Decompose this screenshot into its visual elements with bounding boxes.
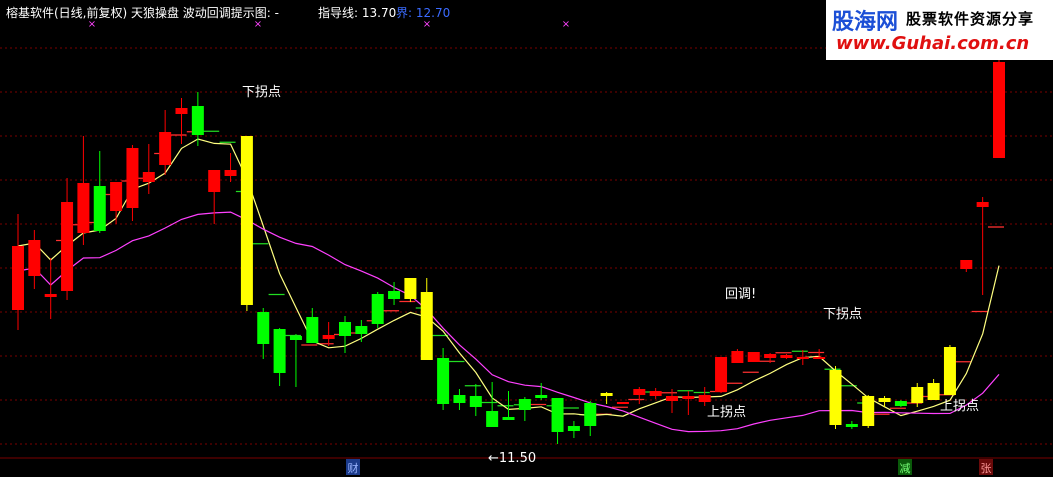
annotation-bottom-turn: 上拐点 xyxy=(940,399,979,414)
candle-body xyxy=(862,396,875,426)
candle-body xyxy=(420,292,433,360)
candle-body xyxy=(289,336,302,340)
candle-body xyxy=(911,387,924,403)
candle-body xyxy=(960,260,973,269)
annotation-top-turn: 下拐点 xyxy=(242,85,281,100)
candle-body xyxy=(666,396,678,401)
candle-body xyxy=(813,357,826,359)
candle-body xyxy=(715,357,728,392)
candle-body xyxy=(993,62,1005,158)
fast-ma-line xyxy=(17,138,1000,417)
candle-body xyxy=(796,357,809,359)
candle-body xyxy=(453,395,466,403)
candle-body xyxy=(93,186,106,231)
candle-body xyxy=(894,401,907,406)
candle-body xyxy=(600,393,613,396)
candle-body xyxy=(535,395,548,398)
candle-body xyxy=(322,335,335,339)
candle-body xyxy=(731,351,744,363)
footer-mark-cai: 财 xyxy=(348,461,359,475)
candle-body xyxy=(159,132,172,165)
footer-mark-zhang: 张 xyxy=(981,462,992,475)
bound-label: 界: 12.70 xyxy=(396,6,451,20)
candle-body xyxy=(208,170,221,192)
watermark-logo: 股海网 股票软件资源分享 www.Guhai.com.cn xyxy=(826,0,1053,60)
candle-body xyxy=(649,391,662,396)
candle-body xyxy=(306,317,319,343)
candle-body xyxy=(126,148,139,208)
candle-body xyxy=(257,312,270,344)
annotation-top-turn: 下拐点 xyxy=(823,307,862,322)
candle-body xyxy=(469,396,482,407)
candle-body xyxy=(780,355,793,358)
candle-body xyxy=(240,136,253,305)
candle-body xyxy=(502,417,515,420)
guide-line-label: 指导线: 13.70 xyxy=(318,6,397,20)
top-marker: × xyxy=(562,19,570,30)
candle-body xyxy=(486,411,499,427)
candle-body xyxy=(142,172,155,182)
chart-title: 榕基软件(日线,前复权) 天狼操盘 波动回调提示图: - xyxy=(6,6,279,20)
candle-body xyxy=(371,294,384,324)
candle-body xyxy=(437,358,450,404)
candle-body xyxy=(747,352,760,362)
candle-body xyxy=(355,326,368,334)
annotation-bottom-turn: 上拐点 xyxy=(707,405,746,420)
candle-body xyxy=(682,396,695,399)
kline-chart[interactable]: ×××××下拐点下拐点回调!上拐点上拐点←11.50财减张 xyxy=(0,0,1053,477)
candle-body xyxy=(191,106,204,135)
candle-body xyxy=(551,398,564,432)
candle-body xyxy=(175,108,188,114)
candle-body xyxy=(633,389,646,395)
candle-body xyxy=(388,291,401,299)
candle-body xyxy=(698,395,711,402)
candle-body xyxy=(77,183,90,233)
candle-body xyxy=(845,424,858,427)
watermark-slogan: 股票软件资源分享 xyxy=(906,10,1035,28)
footer-mark-jian: 减 xyxy=(900,462,911,475)
candle-body xyxy=(61,202,74,291)
candle-body xyxy=(273,329,286,373)
candle-body xyxy=(404,278,417,299)
annotation-low-price: ←11.50 xyxy=(488,451,536,466)
candle-body xyxy=(616,402,629,404)
candle-body xyxy=(584,403,597,426)
candle-body xyxy=(927,383,940,400)
candle-body xyxy=(44,294,57,297)
candle-body xyxy=(764,354,777,358)
annotation-pullback: 回调! xyxy=(725,287,756,302)
candle-body xyxy=(976,202,989,207)
candle-body xyxy=(567,426,580,431)
watermark-brand: 股海网 xyxy=(832,10,899,35)
candle-body xyxy=(28,240,41,276)
candle-body xyxy=(110,182,123,211)
candle-body xyxy=(339,322,351,336)
candle-body xyxy=(878,398,891,402)
candle-body xyxy=(12,246,24,310)
candle-body xyxy=(224,170,237,176)
candle-body xyxy=(518,399,531,410)
candle-body xyxy=(943,347,956,395)
candle-body xyxy=(829,370,842,425)
watermark-url: www.Guhai.com.cn xyxy=(836,33,1030,54)
